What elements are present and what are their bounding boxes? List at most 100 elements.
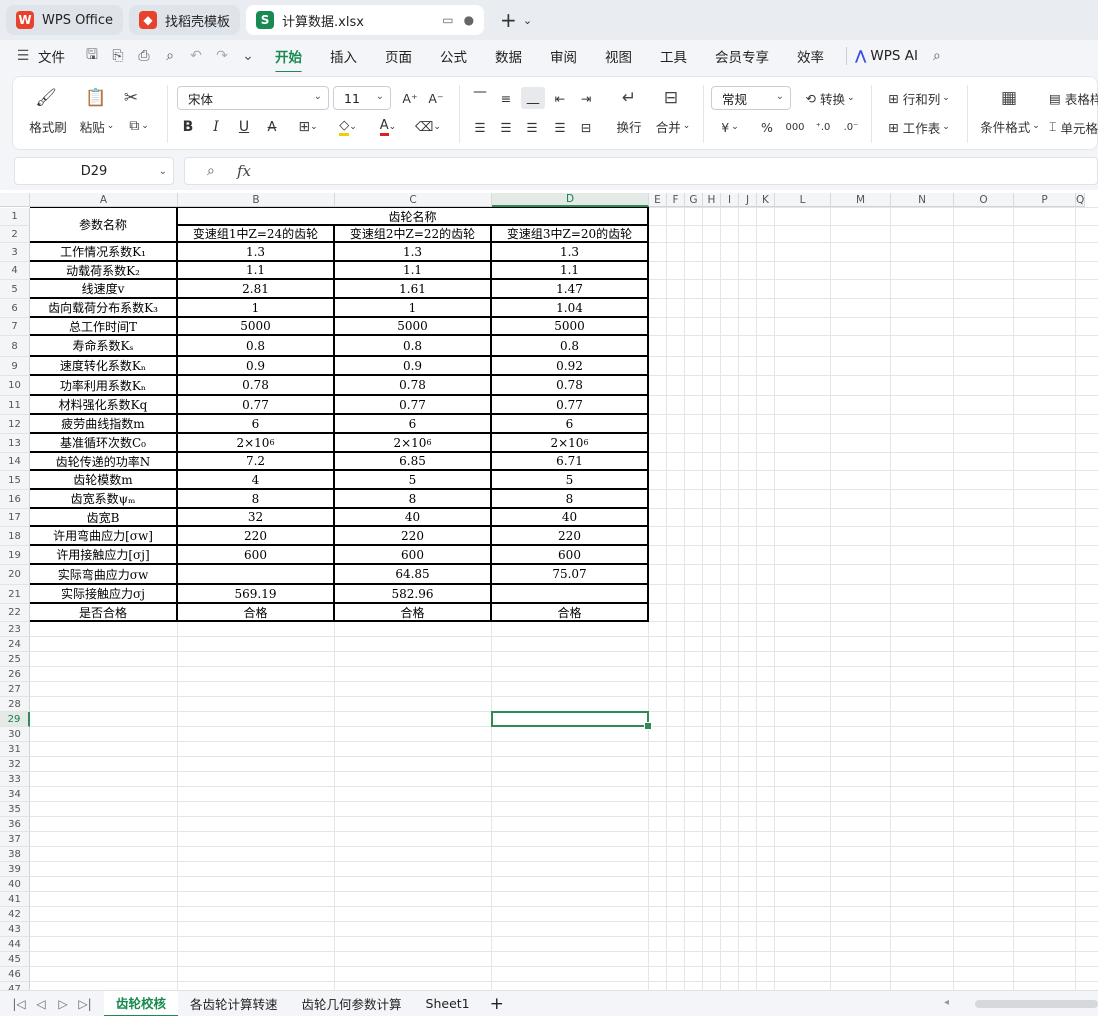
- value-cell[interactable]: 8: [492, 490, 649, 509]
- first-sheet-icon[interactable]: |◁: [8, 997, 30, 1011]
- row-header[interactable]: 26: [0, 667, 30, 682]
- menu-wps-ai[interactable]: WPS AI: [870, 48, 924, 64]
- sheet-tab-geometry[interactable]: 齿轮几何参数计算: [290, 991, 414, 1016]
- param-name-cell[interactable]: 齿宽系数ψₘ: [30, 490, 178, 509]
- bold-button[interactable]: B: [177, 117, 199, 137]
- underline-button[interactable]: U: [233, 117, 255, 137]
- row-header[interactable]: 7: [0, 318, 30, 336]
- menu-insert[interactable]: 插入: [316, 46, 371, 66]
- row-header[interactable]: 32: [0, 757, 30, 772]
- wrap-text-button[interactable]: 换行: [611, 117, 647, 135]
- column-header[interactable]: F: [667, 193, 685, 207]
- tab-current-file[interactable]: S 计算数据.xlsx ▭ ●: [246, 5, 485, 35]
- worksheet-button[interactable]: ⊞ 工作表 ⌄: [883, 117, 955, 137]
- decrease-font-icon[interactable]: A⁻: [425, 87, 447, 109]
- value-cell[interactable]: 合格: [178, 604, 335, 622]
- param-name-cell[interactable]: 材料强化系数Kq: [30, 396, 178, 415]
- print-preview-icon[interactable]: ⌕: [161, 48, 179, 64]
- last-sheet-icon[interactable]: ▷|: [74, 997, 96, 1011]
- row-header[interactable]: 25: [0, 652, 30, 667]
- decrease-decimal-icon[interactable]: .0⁻: [839, 117, 863, 137]
- row-header[interactable]: 22: [0, 604, 30, 622]
- value-cell[interactable]: [178, 565, 335, 585]
- column-header[interactable]: G: [685, 193, 703, 207]
- export-icon[interactable]: ⎘: [109, 48, 127, 64]
- align-left-icon[interactable]: ☰: [469, 117, 491, 137]
- value-cell[interactable]: 8: [178, 490, 335, 509]
- row-header[interactable]: 38: [0, 847, 30, 862]
- redo-icon[interactable]: ↷: [213, 48, 231, 64]
- row-header[interactable]: 37: [0, 832, 30, 847]
- row-header[interactable]: 36: [0, 817, 30, 832]
- value-cell[interactable]: 1.1: [178, 262, 335, 280]
- row-header[interactable]: 35: [0, 802, 30, 817]
- param-name-cell[interactable]: 许用接触应力[σj]: [30, 546, 178, 565]
- italic-button[interactable]: I: [205, 117, 227, 137]
- value-cell[interactable]: 0.8: [492, 336, 649, 357]
- value-cell[interactable]: 6.71: [492, 453, 649, 471]
- sheet-tab-speed[interactable]: 各齿轮计算转速: [178, 991, 290, 1016]
- wrap-text-icon[interactable]: ↵: [615, 85, 643, 111]
- row-header[interactable]: 4: [0, 262, 30, 280]
- new-tab-plus-icon[interactable]: +: [500, 8, 517, 32]
- value-cell[interactable]: 0.8: [178, 336, 335, 357]
- column-header[interactable]: C: [335, 193, 492, 207]
- font-name-select[interactable]: 宋体 ⌄: [177, 86, 329, 110]
- value-cell[interactable]: 1.61: [335, 280, 492, 299]
- row-header[interactable]: 13: [0, 434, 30, 453]
- value-cell[interactable]: 600: [178, 546, 335, 565]
- param-name-cell[interactable]: 功率利用系数Kₙ: [30, 376, 178, 396]
- align-bottom-icon[interactable]: ⎽: [521, 87, 545, 109]
- param-name-cell[interactable]: 实际接触应力σj: [30, 585, 178, 604]
- param-name-cell[interactable]: 许用弯曲应力[σw]: [30, 527, 178, 546]
- column-header[interactable]: N: [891, 193, 954, 207]
- value-cell[interactable]: 582.96: [335, 585, 492, 604]
- row-header[interactable]: 15: [0, 471, 30, 490]
- save-icon[interactable]: 🖫: [83, 44, 101, 68]
- border-icon[interactable]: ⊞ ⌄: [291, 117, 325, 137]
- percent-button[interactable]: %: [757, 117, 777, 137]
- row-header[interactable]: 5: [0, 280, 30, 299]
- value-cell[interactable]: 220: [178, 527, 335, 546]
- monitor-icon[interactable]: ▭: [442, 13, 453, 27]
- value-cell[interactable]: 40: [335, 509, 492, 527]
- param-name-cell[interactable]: 实际弯曲应力σw: [30, 565, 178, 585]
- menu-tools[interactable]: 工具: [646, 46, 701, 66]
- row-header[interactable]: 1: [0, 208, 30, 226]
- column-header[interactable]: P: [1014, 193, 1076, 207]
- unsaved-dot-icon[interactable]: ●: [464, 13, 474, 27]
- font-size-select[interactable]: 11 ⌄: [333, 86, 391, 110]
- strikethrough-icon[interactable]: A: [261, 117, 283, 137]
- distributed-icon[interactable]: ⊟: [575, 117, 597, 137]
- row-header[interactable]: 6: [0, 299, 30, 318]
- value-cell[interactable]: 6: [335, 415, 492, 434]
- param-name-cell[interactable]: 总工作时间T: [30, 318, 178, 336]
- value-cell[interactable]: 5000: [335, 318, 492, 336]
- column-header[interactable]: L: [775, 193, 831, 207]
- value-cell[interactable]: 1.3: [492, 243, 649, 262]
- paste-button[interactable]: 粘贴 ⌄: [75, 117, 119, 135]
- chevron-down-icon[interactable]: ⌄: [523, 14, 532, 27]
- column-header[interactable]: I: [721, 193, 739, 207]
- param-name-cell[interactable]: 线速度v: [30, 280, 178, 299]
- chevron-down-icon[interactable]: ⌄: [239, 48, 257, 64]
- indent-decrease-icon[interactable]: ⇤: [549, 87, 571, 109]
- header-param-name[interactable]: 参数名称: [30, 208, 178, 243]
- format-painter-icon[interactable]: 🖌: [31, 85, 61, 111]
- value-cell[interactable]: 1: [178, 299, 335, 318]
- row-col-button[interactable]: ⊞ 行和列 ⌄: [883, 87, 955, 109]
- row-header[interactable]: 28: [0, 697, 30, 712]
- menu-review[interactable]: 审阅: [536, 46, 591, 66]
- row-header[interactable]: 33: [0, 772, 30, 787]
- indent-increase-icon[interactable]: ⇥: [575, 87, 597, 109]
- thousands-icon[interactable]: 000: [783, 117, 807, 137]
- value-cell[interactable]: 5: [492, 471, 649, 490]
- scroll-left-icon[interactable]: ◂: [944, 997, 949, 1008]
- increase-font-icon[interactable]: A⁺: [399, 87, 421, 109]
- column-header[interactable]: H: [703, 193, 721, 207]
- select-all-corner[interactable]: [0, 193, 30, 207]
- tab-wps-office[interactable]: W WPS Office: [6, 5, 124, 35]
- value-cell[interactable]: 6: [178, 415, 335, 434]
- param-name-cell[interactable]: 疲劳曲线指数m: [30, 415, 178, 434]
- undo-icon[interactable]: ↶: [187, 48, 205, 64]
